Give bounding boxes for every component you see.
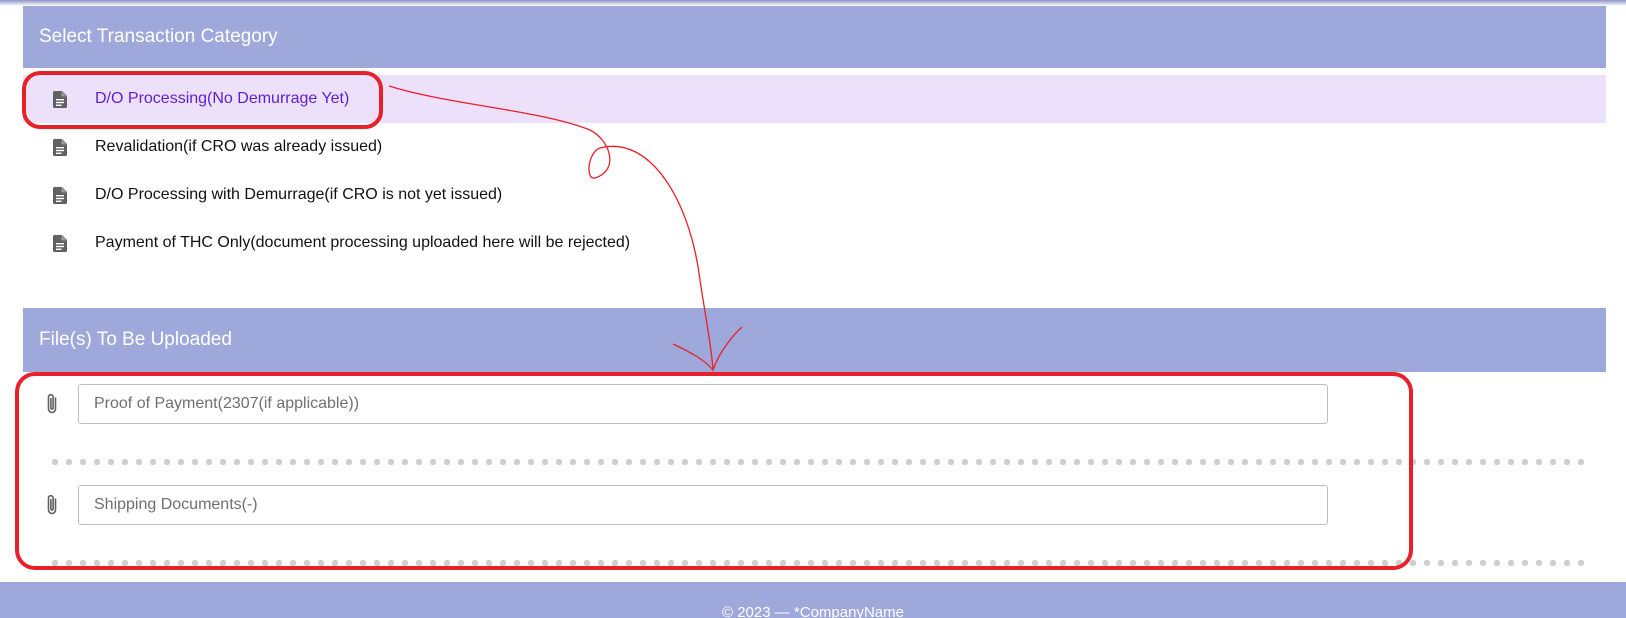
document-icon — [50, 137, 70, 157]
shipping-documents-file-input[interactable] — [78, 485, 1328, 525]
paperclip-icon[interactable] — [37, 393, 67, 415]
category-label: Revalidation(if CRO was already issued) — [95, 138, 383, 155]
category-label: D/O Processing(No Demurrage Yet) — [95, 90, 350, 107]
category-item-do-processing-no-demurrage[interactable]: D/O Processing(No Demurrage Yet) — [23, 75, 1606, 123]
category-label: D/O Processing with Demurrage(if CRO is … — [95, 186, 503, 203]
document-icon — [50, 185, 70, 205]
files-upload-title: File(s) To Be Uploaded — [39, 329, 232, 350]
paperclip-icon[interactable] — [37, 494, 67, 516]
category-item-payment-of-thc-only[interactable]: Payment of THC Only(document processing … — [23, 219, 1606, 267]
upload-row-shipping-documents — [23, 485, 1353, 525]
document-icon — [50, 233, 70, 253]
dotted-divider — [48, 459, 1588, 465]
files-upload-header: File(s) To Be Uploaded — [23, 308, 1606, 372]
category-item-do-processing-with-demurrage[interactable]: D/O Processing with Demurrage(if CRO is … — [23, 171, 1606, 219]
document-icon — [50, 89, 70, 109]
footer-copyright: © 2023 — *CompanyName — [722, 604, 904, 618]
category-label: Payment of THC Only(document processing … — [95, 234, 631, 251]
upload-row-proof-of-payment — [23, 384, 1353, 424]
category-item-revalidation[interactable]: Revalidation(if CRO was already issued) — [23, 123, 1606, 171]
footer: © 2023 — *CompanyName — [0, 582, 1626, 618]
proof-of-payment-file-input[interactable] — [78, 384, 1328, 424]
transaction-category-header: Select Transaction Category — [23, 6, 1606, 68]
page: Select Transaction Category D/O Processi… — [0, 0, 1626, 618]
transaction-category-title: Select Transaction Category — [39, 26, 278, 47]
dotted-divider — [48, 560, 1588, 566]
category-list: D/O Processing(No Demurrage Yet) Revalid… — [23, 75, 1606, 267]
